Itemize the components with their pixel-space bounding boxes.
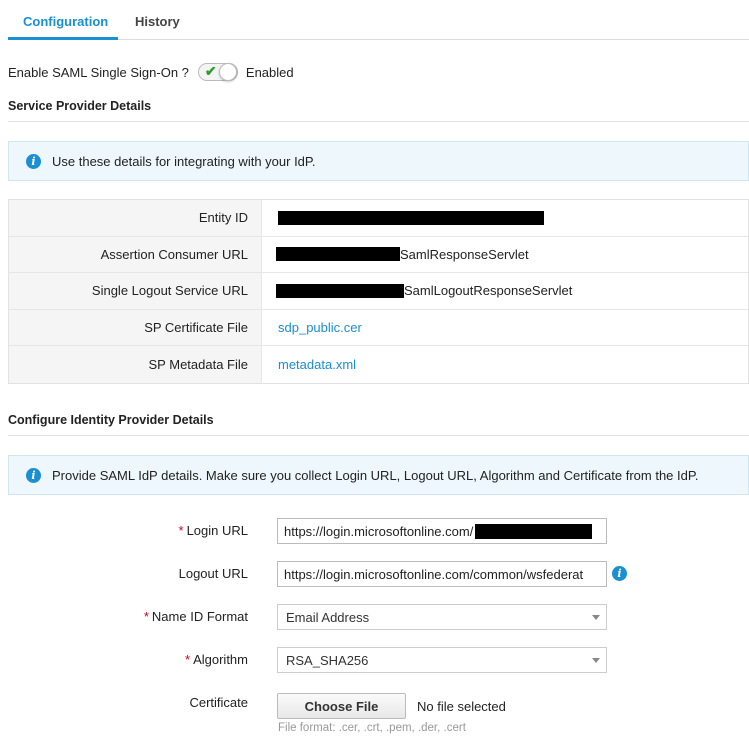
name-id-format-label: * Name ID Format	[143, 609, 248, 624]
active-tab-indicator	[8, 37, 118, 40]
certificate-row: Certificate Choose File No file selected…	[8, 693, 749, 743]
sp-label: Single Logout Service URL	[9, 273, 262, 309]
sp-label: SP Certificate File	[9, 309, 262, 346]
login-url-row: * Login URL https://login.microsoftonline…	[8, 518, 749, 544]
sp-value: sdp_public.cer	[262, 320, 362, 335]
required-marker: *	[143, 609, 149, 624]
sp-row-metadata-file: SP Metadata File metadata.xml	[9, 346, 748, 383]
sso-toggle-row: Enable SAML Single Sign-On ? ✔ Enabled	[8, 62, 294, 82]
sp-row-certificate-file: SP Certificate File sdp_public.cer	[9, 309, 748, 347]
sp-metadata-link[interactable]: metadata.xml	[278, 357, 356, 372]
algorithm-row: * Algorithm RSA_SHA256	[8, 647, 749, 673]
sso-label: Enable SAML Single Sign-On ?	[8, 64, 189, 80]
sp-value: SamlResponseServlet	[262, 247, 529, 262]
name-id-format-select[interactable]: Email Address	[277, 604, 607, 630]
redacted-block	[475, 523, 593, 539]
sp-info-box: i Use these details for integrating with…	[8, 141, 749, 181]
required-marker: *	[178, 523, 184, 538]
sp-value-text: SamlResponseServlet	[400, 246, 529, 262]
sp-info-text: Use these details for integrating with y…	[52, 153, 316, 169]
sp-value: SamlLogoutResponseServlet	[262, 283, 572, 298]
tab-history[interactable]: History	[135, 14, 180, 29]
toggle-knob	[218, 63, 237, 81]
sp-row-logout-url: Single Logout Service URL SamlLogoutResp…	[9, 273, 748, 310]
sp-details-table: Entity ID Assertion Consumer URL SamlRes…	[8, 199, 749, 384]
info-circle-icon: i	[26, 153, 41, 169]
section-divider	[8, 121, 749, 122]
required-marker: *	[185, 652, 191, 667]
sp-value	[262, 210, 544, 225]
idp-info-text: Provide SAML IdP details. Make sure you …	[52, 467, 699, 483]
idp-info-box: i Provide SAML IdP details. Make sure yo…	[8, 455, 749, 495]
sp-label: Entity ID	[9, 200, 262, 236]
identity-provider-title: Configure Identity Provider Details	[8, 413, 214, 427]
logout-url-label: Logout URL	[178, 566, 248, 581]
redacted-block	[278, 210, 544, 225]
chevron-down-icon	[592, 658, 600, 663]
login-url-label: * Login URL	[178, 523, 249, 538]
certificate-label: Certificate	[189, 695, 248, 710]
sp-label: Assertion Consumer URL	[9, 236, 262, 273]
info-circle-icon: i	[26, 467, 41, 483]
logout-url-row: Logout URL https://login.microsoftonline…	[8, 561, 749, 587]
info-circle-icon[interactable]: i	[612, 566, 627, 581]
algorithm-label: * Algorithm	[185, 652, 248, 667]
sso-toggle-state: Enabled	[245, 64, 294, 80]
sso-toggle-switch[interactable]: ✔	[197, 63, 238, 81]
sp-row-assertion-url: Assertion Consumer URL SamlResponseServl…	[9, 236, 748, 274]
sp-certificate-link[interactable]: sdp_public.cer	[278, 320, 362, 335]
name-id-format-row: * Name ID Format Email Address	[8, 604, 749, 630]
checkmark-icon: ✔	[204, 63, 217, 79]
service-provider-title: Service Provider Details	[8, 99, 152, 113]
sp-row-entity-id: Entity ID	[9, 200, 748, 237]
chevron-down-icon	[592, 615, 600, 620]
sp-label: SP Metadata File	[9, 346, 262, 383]
tab-configuration[interactable]: Configuration	[23, 14, 108, 29]
sp-value: metadata.xml	[262, 357, 356, 372]
choose-file-button[interactable]: Choose File	[277, 693, 406, 719]
sp-value-text: SamlLogoutResponseServlet	[404, 283, 573, 299]
file-format-hint: File format: .cer, .crt, .pem, .der, .ce…	[278, 722, 466, 734]
logout-url-input[interactable]: https://login.microsoftonline.com/common…	[277, 561, 607, 587]
file-status-text: No file selected	[417, 699, 506, 714]
redacted-block	[276, 247, 400, 262]
section-divider	[8, 435, 749, 436]
login-url-input[interactable]: https://login.microsoftonline.com/	[277, 518, 607, 544]
tab-bar: Configuration History	[8, 0, 749, 40]
redacted-block	[276, 283, 404, 298]
algorithm-select[interactable]: RSA_SHA256	[277, 647, 607, 673]
